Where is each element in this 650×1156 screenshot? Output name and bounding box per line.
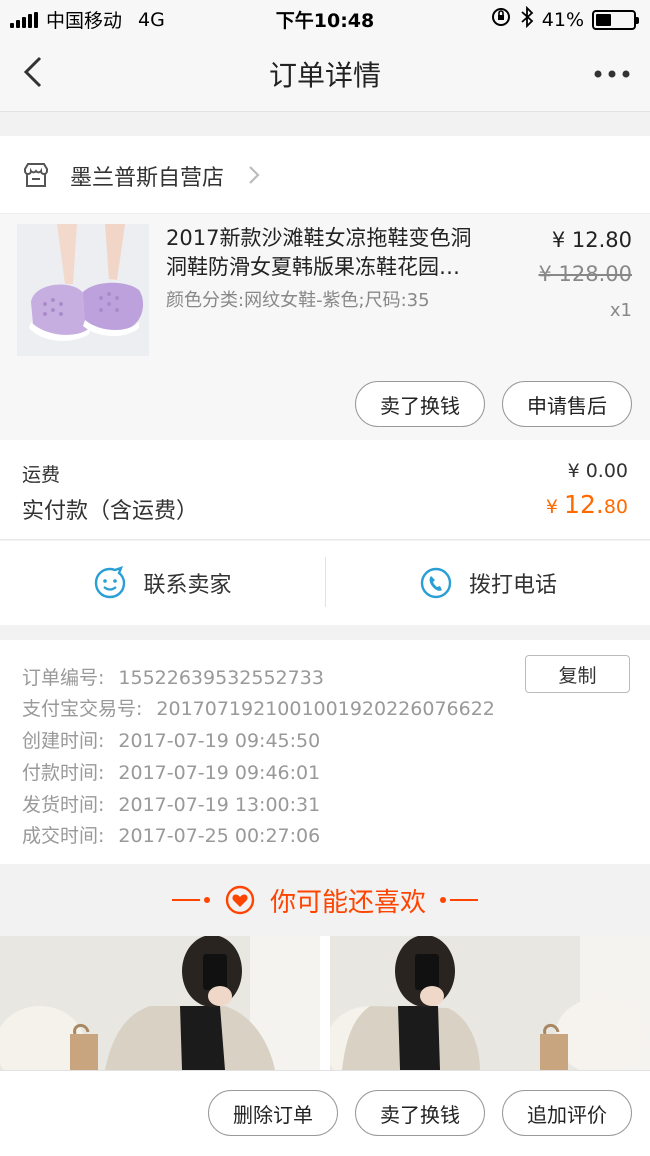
sell-for-cash-button[interactable]: 卖了换钱 <box>355 381 485 427</box>
shipping-value: ¥ 0.00 <box>567 460 628 482</box>
contact-bar: 联系卖家 拨打电话 <box>0 541 650 625</box>
decor-line-left <box>171 897 210 903</box>
fee-section: 运费 ¥ 0.00 实付款（含运费） ¥ 12.80 <box>0 440 650 540</box>
product-spec: 颜色分类:网纹女鞋-紫色;尺码:35 <box>166 290 430 311</box>
paid-amount: ¥ 12.80 <box>545 490 628 519</box>
bottom-action-bar: 删除订单 卖了换钱 追加评价 <box>0 1070 650 1156</box>
sell-for-cash-bottom-button[interactable]: 卖了换钱 <box>355 1090 485 1136</box>
product-card[interactable]: 2017新款沙滩鞋女凉拖鞋变色洞 洞鞋防滑女夏韩版果冻鞋花园… 颜色分类:网纹女… <box>0 214 650 440</box>
chevron-left-icon <box>23 56 42 88</box>
recommend-header: 你可能还喜欢 <box>0 864 650 936</box>
order-number-row: 订单编号: 15522639532552733 <box>22 667 324 689</box>
product-quantity: x1 <box>609 300 632 321</box>
more-button[interactable] <box>592 56 632 92</box>
more-dots-icon <box>594 70 630 78</box>
bluetooth-icon <box>520 5 534 33</box>
alipay-trade-row: 支付宝交易号: 2017071921001001920226076622 <box>22 698 495 720</box>
chat-face-icon <box>95 566 126 599</box>
store-icon <box>24 163 48 187</box>
completed-time-row: 成交时间: 2017-07-25 00:27:06 <box>22 825 321 847</box>
order-number: 15522639532552733 <box>118 667 324 689</box>
page-title: 订单详情 <box>268 59 381 92</box>
call-phone-button[interactable]: 拨打电话 <box>326 541 650 625</box>
order-info: 订单编号: 15522639532552733 复制 支付宝交易号: 2017071… <box>0 640 650 864</box>
store-row[interactable]: 墨兰普斯自营店 <box>0 136 650 214</box>
battery-icon <box>592 9 639 30</box>
product-price: ¥ 12.80 <box>551 228 632 252</box>
recommend-item-image[interactable] <box>330 936 650 1070</box>
recommend-title: 你可能还喜欢 <box>269 887 426 918</box>
delete-order-button[interactable]: 删除订单 <box>208 1090 338 1136</box>
recommend-grid <box>0 936 650 1070</box>
paid-time-row: 付款时间: 2017-07-19 09:46:01 <box>22 762 321 784</box>
contact-seller-button[interactable]: 联系卖家 <box>0 541 325 625</box>
apply-after-sale-button[interactable]: 申请售后 <box>502 381 632 427</box>
contact-seller-label: 联系卖家 <box>143 573 232 598</box>
product-title[interactable]: 2017新款沙滩鞋女凉拖鞋变色洞 洞鞋防滑女夏韩版果冻鞋花园… <box>166 224 501 282</box>
decor-line-right <box>440 897 478 903</box>
call-phone-label: 拨打电话 <box>468 573 557 598</box>
add-review-button[interactable]: 追加评价 <box>502 1090 632 1136</box>
battery-percent: 41% <box>541 8 584 31</box>
store-name[interactable]: 墨兰普斯自营店 <box>70 160 224 192</box>
paid-label: 实付款（含运费） <box>22 499 199 524</box>
created-time-row: 创建时间: 2017-07-19 09:45:50 <box>22 730 321 752</box>
shipped-time-row: 发货时间: 2017-07-19 13:00:31 <box>22 794 321 816</box>
orientation-lock-icon <box>490 6 512 33</box>
product-original-price: ¥ 128.00 <box>538 262 632 286</box>
back-button[interactable] <box>18 52 54 92</box>
recommend-item-image[interactable] <box>0 936 320 1070</box>
status-bar: 中国移动 4G 下午10:48 41% <box>0 0 650 36</box>
nav-bar: 订单详情 <box>0 36 650 112</box>
chevron-right-icon <box>249 166 260 184</box>
copy-button[interactable]: 复制 <box>525 655 630 693</box>
product-image[interactable] <box>17 224 149 356</box>
shipping-label: 运费 <box>22 464 61 486</box>
phone-icon <box>420 567 452 599</box>
heart-circle-icon <box>225 885 255 915</box>
